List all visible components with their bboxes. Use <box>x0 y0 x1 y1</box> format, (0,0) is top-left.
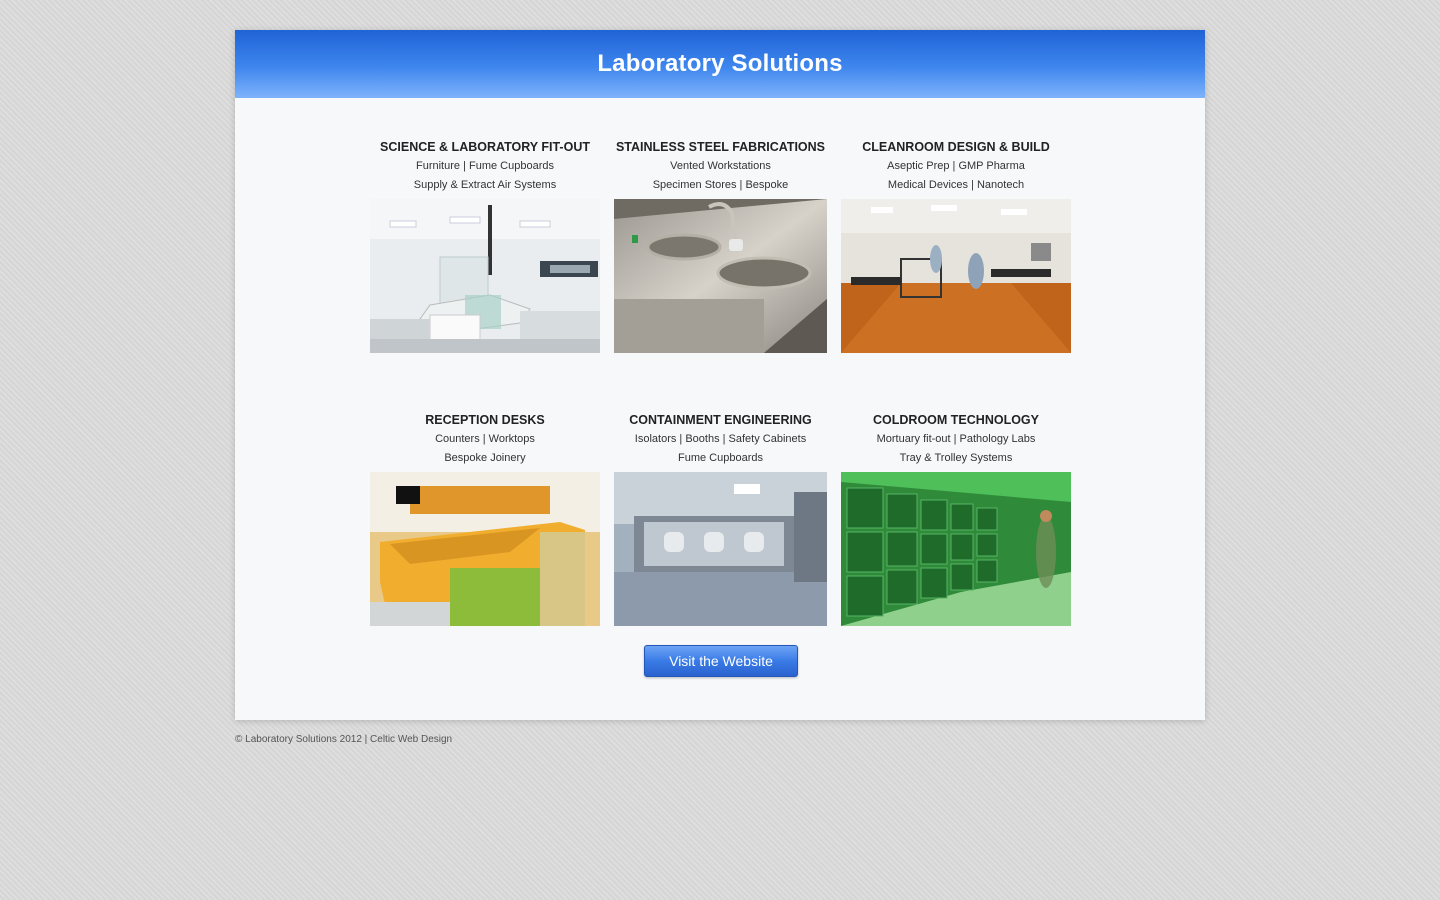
tile-title: CONTAINMENT ENGINEERING <box>629 413 812 427</box>
stainless-steel-photo[interactable] <box>614 199 827 353</box>
tile-subtitle-2: Medical Devices | Nanotech <box>887 179 1025 191</box>
tile-subtitle-2: Fume Cupboards <box>678 452 763 464</box>
tile-subtitle-2: Tray & Trolley Systems <box>899 452 1013 464</box>
coldroom-photo[interactable] <box>841 472 1071 626</box>
main-panel: Laboratory Solutions SCIENCE & LABORATOR… <box>235 30 1205 720</box>
tile-subtitle-2: Bespoke Joinery <box>444 452 526 464</box>
tile-subtitle-1: Mortuary fit-out | Pathology Labs <box>876 433 1036 445</box>
cleanroom-photo[interactable] <box>841 199 1071 353</box>
tile-subtitle-1: Vented Workstations <box>670 160 771 172</box>
tile-subtitle-1: Aseptic Prep | GMP Pharma <box>887 160 1025 172</box>
site-header: Laboratory Solutions <box>235 30 1205 98</box>
tile-cleanroom[interactable]: CLEANROOM DESIGN & BUILD Aseptic Prep | … <box>841 139 1071 353</box>
reception-desk-photo[interactable] <box>370 472 600 626</box>
tile-title: COLDROOM TECHNOLOGY <box>873 413 1039 427</box>
tile-title: SCIENCE & LABORATORY FIT-OUT <box>380 140 590 154</box>
tile-lab-fitout[interactable]: SCIENCE & LABORATORY FIT-OUT Furniture |… <box>370 139 600 353</box>
visit-website-button[interactable]: Visit the Website <box>644 645 798 677</box>
tile-title: STAINLESS STEEL FABRICATIONS <box>615 140 826 154</box>
footer-copyright: © Laboratory Solutions 2012 | Celtic Web… <box>235 734 453 745</box>
tile-stainless-steel[interactable]: STAINLESS STEEL FABRICATIONS Vented Work… <box>614 139 827 353</box>
tile-coldroom[interactable]: COLDROOM TECHNOLOGY Mortuary fit-out | P… <box>841 412 1071 626</box>
containment-photo[interactable] <box>614 472 827 626</box>
site-title: Laboratory Solutions <box>597 50 843 77</box>
lab-fitout-photo[interactable] <box>370 199 600 353</box>
tile-subtitle-2: Supply & Extract Air Systems <box>413 179 557 191</box>
tile-subtitle-1: Furniture | Fume Cupboards <box>416 160 554 172</box>
tile-containment[interactable]: CONTAINMENT ENGINEERING Isolators | Boot… <box>614 412 827 626</box>
tile-subtitle-2: Specimen Stores | Bespoke <box>652 179 789 191</box>
tile-subtitle-1: Isolators | Booths | Safety Cabinets <box>634 433 807 445</box>
tile-reception-desks[interactable]: RECEPTION DESKS Counters | Worktops Besp… <box>370 412 600 626</box>
tile-subtitle-1: Counters | Worktops <box>435 433 535 445</box>
tile-title: CLEANROOM DESIGN & BUILD <box>862 140 1050 154</box>
tile-title: RECEPTION DESKS <box>425 413 545 427</box>
